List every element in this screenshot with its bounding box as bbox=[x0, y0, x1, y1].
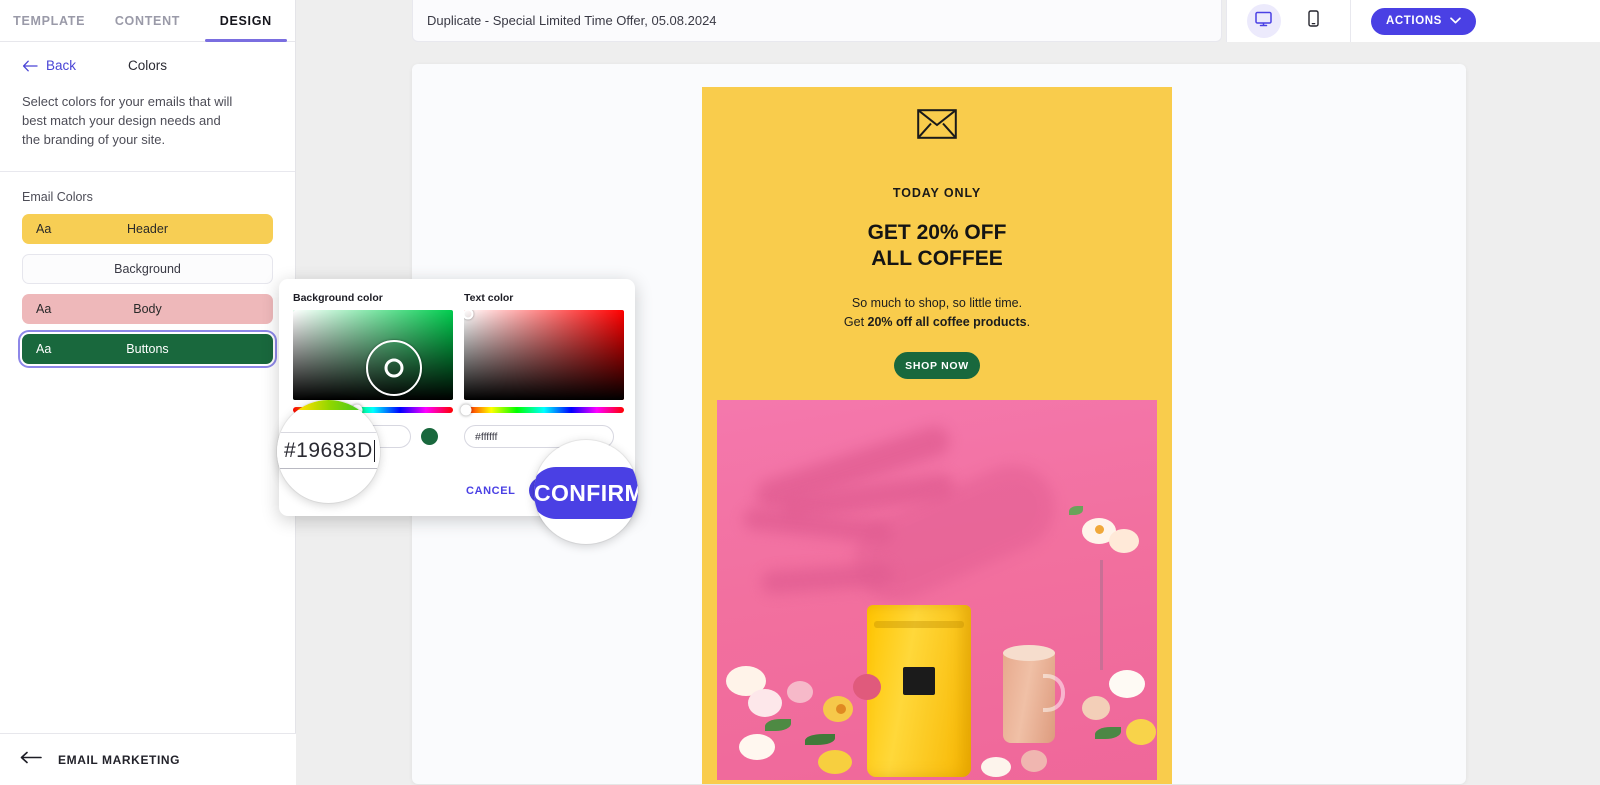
sidebar-footer[interactable]: EMAIL MARKETING bbox=[0, 733, 296, 785]
cup-handle bbox=[1042, 673, 1065, 712]
pouch-label bbox=[903, 667, 936, 696]
swatch-buttons-aa: Aa bbox=[36, 342, 52, 356]
email-cta-button[interactable]: SHOP NOW bbox=[894, 352, 980, 379]
tab-content-label: CONTENT bbox=[114, 13, 181, 28]
monitor-icon bbox=[1255, 11, 1272, 32]
swatch-background-label: Background bbox=[114, 262, 181, 276]
email-headline: GET 20% OFF ALL COFFEE bbox=[702, 220, 1172, 272]
cancel-label: CANCEL bbox=[466, 484, 516, 497]
mobile-view-button[interactable] bbox=[1297, 4, 1331, 38]
background-saturation-area[interactable] bbox=[293, 310, 453, 400]
product-pouch bbox=[867, 605, 972, 778]
envelope-icon bbox=[917, 109, 957, 144]
document-title[interactable]: Duplicate - Special Limited Time Offer, … bbox=[412, 0, 1222, 42]
email-marketing-label: EMAIL MARKETING bbox=[58, 752, 181, 767]
magnified-confirm-button[interactable]: CONFIRM bbox=[534, 467, 638, 519]
text-hex-value: #ffffff bbox=[475, 430, 498, 443]
arrow-left-icon bbox=[22, 60, 38, 72]
email-colors-list: Aa Header Background Aa Body Aa Buttons bbox=[0, 204, 295, 364]
text-color-label: Text color bbox=[464, 292, 514, 304]
swatch-buttons[interactable]: Aa Buttons bbox=[22, 334, 273, 364]
swatch-background[interactable]: Background bbox=[22, 254, 273, 284]
magnified-hex-value: #19683D bbox=[284, 438, 373, 462]
swatch-body-aa: Aa bbox=[36, 302, 52, 316]
view-mode-toggle bbox=[1226, 0, 1351, 42]
swatch-body[interactable]: Aa Body bbox=[22, 294, 273, 324]
email-eyebrow: TODAY ONLY bbox=[892, 186, 982, 200]
swatch-header[interactable]: Aa Header bbox=[22, 214, 273, 244]
back-button[interactable]: Back bbox=[22, 58, 76, 73]
tab-design-label: DESIGN bbox=[219, 13, 272, 28]
magnified-hex-value-row: #19683D bbox=[277, 432, 380, 469]
tab-template[interactable]: TEMPLATE bbox=[0, 0, 98, 41]
text-color-column: Text color #ffffff bbox=[460, 292, 624, 448]
email-headline-line1: GET 20% OFF bbox=[867, 221, 1007, 244]
text-saturation-area[interactable] bbox=[464, 310, 624, 400]
swatch-header-label: Header bbox=[127, 222, 168, 236]
email-subcopy-line2: Get 20% off all coffee products. bbox=[702, 313, 1172, 332]
email-subcopy-bold: 20% off all coffee products bbox=[867, 315, 1027, 329]
text-hue-slider[interactable] bbox=[460, 404, 624, 416]
text-hue-handle[interactable] bbox=[460, 404, 472, 416]
swatch-body-label: Body bbox=[133, 302, 162, 316]
chevron-down-icon bbox=[1450, 15, 1461, 27]
email-subcopy-suffix: . bbox=[1026, 315, 1031, 329]
top-bar: Duplicate - Special Limited Time Offer, … bbox=[296, 0, 1600, 42]
background-color-handle[interactable] bbox=[366, 340, 422, 396]
confirm-button-magnifier: CONFIRM bbox=[534, 440, 638, 544]
desktop-view-button[interactable] bbox=[1246, 4, 1281, 38]
actions-button[interactable]: ACTIONS bbox=[1371, 7, 1476, 35]
back-label: Back bbox=[46, 58, 77, 73]
cancel-button[interactable]: CANCEL bbox=[466, 485, 515, 497]
panel-title: Colors bbox=[128, 58, 168, 73]
magnified-confirm-label: CONFIRM bbox=[534, 479, 638, 506]
email-hero-image bbox=[717, 400, 1157, 780]
actions-label: ACTIONS bbox=[1386, 15, 1442, 27]
background-color-label: Background color bbox=[293, 292, 383, 304]
text-caret bbox=[373, 439, 376, 462]
email-headline-line2: ALL COFFEE bbox=[871, 247, 1003, 270]
swatch-buttons-label: Buttons bbox=[126, 342, 169, 356]
swatch-header-aa: Aa bbox=[36, 222, 52, 236]
email-subcopy-line1: So much to shop, so little time. bbox=[851, 296, 1023, 310]
actions-area: ACTIONS bbox=[1351, 0, 1600, 42]
design-sidebar: TEMPLATE CONTENT DESIGN Back Colors Sele… bbox=[0, 0, 296, 785]
background-color-dot bbox=[421, 428, 438, 445]
email-subcopy-prefix: Get bbox=[843, 315, 868, 329]
email-colors-label: Email Colors bbox=[22, 190, 93, 204]
sidebar-tabs: TEMPLATE CONTENT DESIGN bbox=[0, 0, 295, 42]
tab-template-label: TEMPLATE bbox=[13, 13, 86, 28]
hex-input-magnifier: #19683D bbox=[277, 400, 380, 503]
arrow-left-icon bbox=[20, 751, 42, 769]
panel-description: Select colors for your emails that will … bbox=[22, 94, 233, 147]
email-cta-label: SHOP NOW bbox=[905, 359, 969, 372]
email-subcopy: So much to shop, so little time. Get 20%… bbox=[702, 294, 1172, 332]
document-title-text: Duplicate - Special Limited Time Offer, … bbox=[427, 13, 717, 28]
magnifier-gradient-strip bbox=[277, 400, 380, 410]
mobile-icon bbox=[1307, 10, 1320, 32]
tab-design[interactable]: DESIGN bbox=[197, 0, 295, 42]
email-body: TODAY ONLY GET 20% OFF ALL COFFEE So muc… bbox=[702, 87, 1172, 784]
panel-header: Back Colors bbox=[0, 42, 295, 84]
tab-content[interactable]: CONTENT bbox=[98, 0, 196, 41]
